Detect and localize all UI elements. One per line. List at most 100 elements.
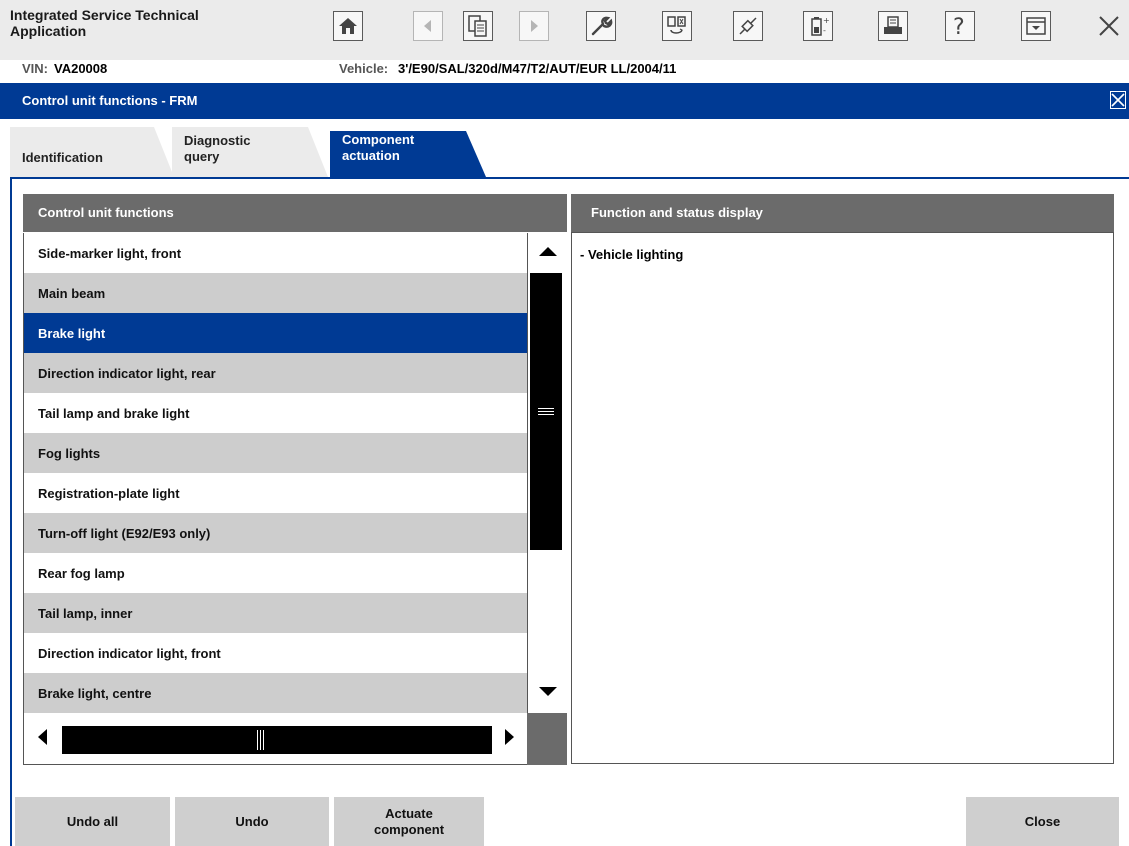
button-label: Undo all xyxy=(66,813,119,829)
vehicle-info-bar: VIN: VA20008 Vehicle: 3'/E90/SAL/320d/M4… xyxy=(0,60,1129,82)
minimize-icon xyxy=(1025,15,1047,37)
vin-label: VIN: xyxy=(22,61,48,76)
arrow-right-icon xyxy=(503,727,517,752)
list-item-label: Fog lights xyxy=(38,445,101,461)
ecu-exchange-button[interactable] xyxy=(662,11,692,41)
grip-icon xyxy=(257,730,264,750)
list-item-label: Brake light xyxy=(38,325,106,341)
vehicle-value: 3'/E90/SAL/320d/M47/T2/AUT/EUR LL/2004/1… xyxy=(398,61,677,76)
list-item-label: Tail lamp and brake light xyxy=(38,405,190,421)
close-icon xyxy=(1111,93,1125,112)
tab-underline xyxy=(10,177,1129,179)
svg-text:-: - xyxy=(823,26,826,35)
svg-text:+: + xyxy=(823,16,830,25)
list-item-label: Direction indicator light, front xyxy=(38,645,221,661)
button-label: Undo xyxy=(235,813,269,829)
vertical-scroll-track[interactable] xyxy=(527,273,567,673)
documents-button[interactable] xyxy=(463,11,493,41)
help-icon: ? xyxy=(949,14,971,38)
horizontal-scrollbar-area xyxy=(23,713,567,765)
back-arrow-icon xyxy=(421,18,435,34)
exit-icon xyxy=(1097,14,1121,43)
content-left-border xyxy=(10,177,12,846)
scroll-up-button[interactable] xyxy=(527,233,567,273)
service-functions-button[interactable] xyxy=(586,11,616,41)
top-toolbar: Integrated Service Technical Application xyxy=(0,0,1129,60)
button-label: Actuate component xyxy=(373,805,445,837)
home-button[interactable] xyxy=(333,11,363,41)
print-button[interactable] xyxy=(878,11,908,41)
tab-label: Component actuation xyxy=(342,132,415,163)
window-close-button[interactable] xyxy=(1110,91,1126,109)
list-item[interactable]: Main beam xyxy=(24,273,527,313)
actuate-component-button[interactable]: Actuate component xyxy=(334,797,484,846)
ecu-exchange-icon xyxy=(665,14,689,38)
list-item-label: Registration-plate light xyxy=(38,485,180,501)
battery-button[interactable]: + - xyxy=(803,11,833,41)
home-icon xyxy=(337,15,359,37)
function-list: Side-marker light, front Main beam Brake… xyxy=(23,233,527,713)
list-item-label: Direction indicator light, rear xyxy=(38,365,216,381)
minimize-button[interactable] xyxy=(1021,11,1051,41)
list-item[interactable]: Direction indicator light, front xyxy=(24,633,527,673)
tab-bar: Identification Diagnostic query Componen… xyxy=(0,119,1129,179)
window-title-bar: Control unit functions - FRM xyxy=(0,83,1129,119)
list-item-label: Rear fog lamp xyxy=(38,565,125,581)
arrow-up-icon xyxy=(537,244,559,263)
scroll-down-button[interactable] xyxy=(527,673,567,713)
help-button[interactable]: ? xyxy=(945,11,975,41)
list-item[interactable]: Rear fog lamp xyxy=(24,553,527,593)
tab-label: Diagnostic query xyxy=(184,133,251,164)
horizontal-scrollbar[interactable] xyxy=(23,713,527,765)
list-item-label: Side-marker light, front xyxy=(38,245,182,261)
list-item[interactable]: Turn-off light (E92/E93 only) xyxy=(24,513,527,553)
connection-plug-icon xyxy=(736,14,760,38)
close-button[interactable]: Close xyxy=(966,797,1119,846)
function-status-display: - Vehicle lighting xyxy=(571,232,1114,764)
grip-icon xyxy=(538,408,554,415)
list-item-label: Tail lamp, inner xyxy=(38,605,133,621)
button-label: Close xyxy=(1024,813,1061,829)
arrow-left-icon xyxy=(35,727,49,752)
list-item[interactable]: Side-marker light, front xyxy=(24,233,527,273)
list-item[interactable]: Brake light, centre xyxy=(24,673,527,713)
arrow-down-icon xyxy=(537,684,559,703)
list-item[interactable]: Registration-plate light xyxy=(24,473,527,513)
exit-button[interactable] xyxy=(1094,13,1124,43)
scroll-left-button[interactable] xyxy=(24,725,60,753)
forward-button[interactable] xyxy=(519,11,549,41)
window-title: Control unit functions - FRM xyxy=(22,93,198,108)
printer-icon xyxy=(881,14,905,38)
documents-icon xyxy=(466,14,490,38)
tab-component-actuation[interactable]: Component actuation xyxy=(330,131,486,177)
tab-identification[interactable]: Identification xyxy=(10,127,174,177)
panel-header-label: Control unit functions xyxy=(38,205,174,220)
list-item-selected[interactable]: Brake light xyxy=(24,313,527,353)
vertical-scrollbar[interactable] xyxy=(527,233,567,713)
app-title: Integrated Service Technical Application xyxy=(10,7,199,39)
tab-diagnostic-query[interactable]: Diagnostic query xyxy=(172,127,328,177)
list-item-label: Turn-off light (E92/E93 only) xyxy=(38,525,211,541)
list-item-label: Brake light, centre xyxy=(38,685,152,701)
list-item[interactable]: Direction indicator light, rear xyxy=(24,353,527,393)
forward-arrow-icon xyxy=(527,18,541,34)
list-item-label: Main beam xyxy=(38,285,106,301)
battery-icon: + - xyxy=(806,14,830,38)
vertical-scroll-thumb[interactable] xyxy=(530,273,562,550)
undo-button[interactable]: Undo xyxy=(175,797,329,846)
vin-value: VA20008 xyxy=(54,61,108,76)
status-text: - Vehicle lighting xyxy=(580,247,684,262)
undo-all-button[interactable]: Undo all xyxy=(15,797,170,846)
list-item[interactable]: Tail lamp and brake light xyxy=(24,393,527,433)
list-item[interactable]: Fog lights xyxy=(24,433,527,473)
connection-button[interactable] xyxy=(733,11,763,41)
list-item[interactable]: Tail lamp, inner xyxy=(24,593,527,633)
wrench-icon xyxy=(589,14,613,38)
vehicle-label: Vehicle: xyxy=(339,61,389,76)
svg-text:?: ? xyxy=(953,15,965,38)
scroll-right-button[interactable] xyxy=(492,725,528,753)
panel-header-label: Function and status display xyxy=(591,205,763,220)
tab-label: Identification xyxy=(22,150,103,165)
horizontal-scroll-thumb[interactable] xyxy=(62,726,492,754)
back-button[interactable] xyxy=(413,11,443,41)
